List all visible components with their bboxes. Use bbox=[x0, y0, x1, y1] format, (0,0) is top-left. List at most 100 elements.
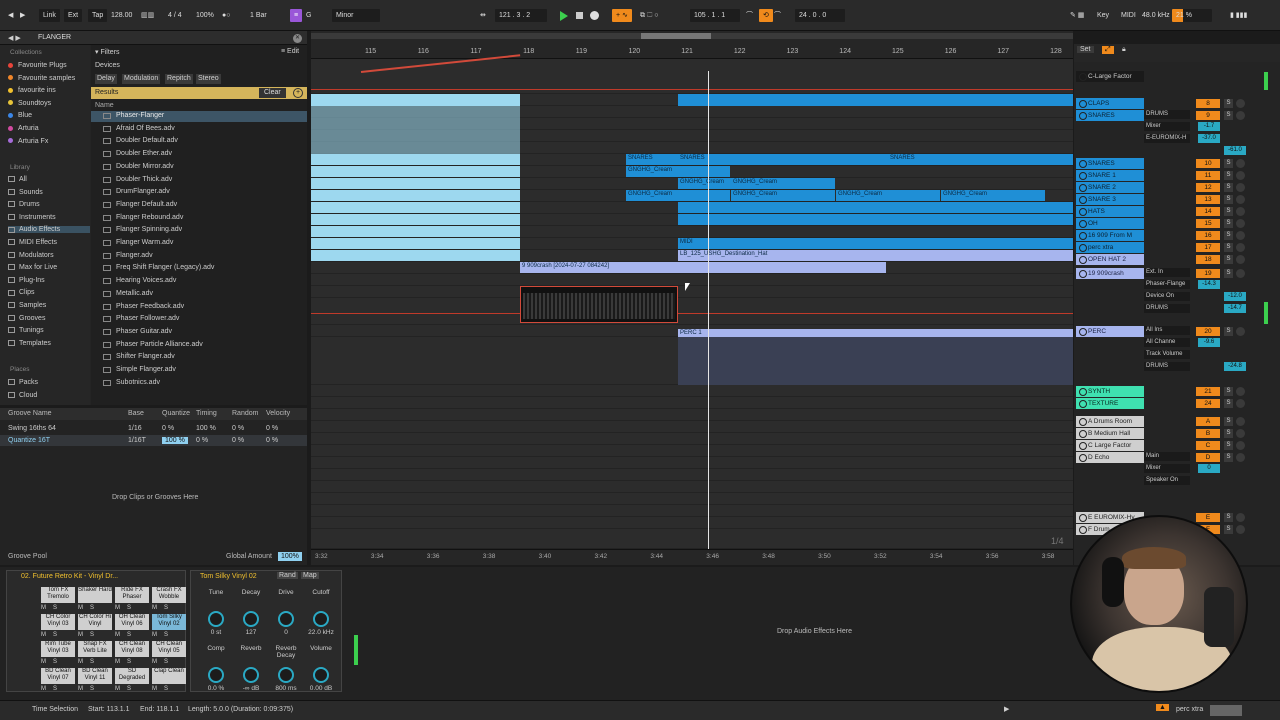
result-item[interactable]: Flanger Spinning.adv bbox=[116, 226, 182, 233]
track-number[interactable]: D bbox=[1196, 453, 1220, 462]
loop-switch-icon[interactable]: ⟲ bbox=[759, 9, 773, 22]
knob-value[interactable]: 800 ms bbox=[271, 685, 301, 692]
track-number[interactable]: 14 bbox=[1196, 207, 1220, 216]
clip[interactable]: LB_125_USHG_Destination_Hat bbox=[678, 250, 1073, 261]
track-lane[interactable] bbox=[311, 385, 1073, 397]
track-number[interactable]: 24 bbox=[1196, 399, 1220, 408]
chooser-select[interactable]: Mixer bbox=[1144, 122, 1190, 131]
arm-button[interactable] bbox=[1236, 327, 1245, 336]
arm-button[interactable] bbox=[1236, 269, 1245, 278]
library-item[interactable]: Drums bbox=[8, 201, 40, 208]
drum-pad[interactable]: Snap FX Verb Lite bbox=[78, 641, 112, 657]
clip[interactable]: PERC 1 bbox=[678, 329, 1073, 337]
scroll-right-icon[interactable]: ▶ bbox=[1004, 705, 1009, 713]
beat-ruler[interactable]: 115 116 117 118 119 120 121 122 123 124 125 126 127 1… bbox=[311, 31, 1073, 59]
solo-button[interactable]: S bbox=[1224, 111, 1233, 120]
result-item[interactable]: Flanger Default.adv bbox=[116, 201, 177, 208]
global-amount-field[interactable]: 100% bbox=[278, 552, 302, 561]
arm-button[interactable] bbox=[1236, 207, 1245, 216]
solo-button[interactable]: S bbox=[1224, 159, 1233, 168]
mixer-track-name[interactable]: C Large Factor bbox=[1076, 440, 1144, 451]
device-title[interactable]: Tom Silky Vinyl 02 bbox=[200, 573, 257, 580]
clip-overview-icon[interactable] bbox=[1210, 705, 1242, 716]
library-item[interactable]: Plug-Ins bbox=[8, 277, 45, 284]
groove-cell[interactable]: 1/16T bbox=[128, 437, 146, 444]
chooser-select[interactable]: Device On bbox=[1144, 292, 1190, 301]
ext-button[interactable]: Ext bbox=[64, 9, 83, 22]
punch-out-icon[interactable]: ⌒ bbox=[774, 9, 781, 22]
rand-button[interactable]: Rand bbox=[277, 572, 298, 579]
metronome-bars-icon[interactable]: ▥▥ bbox=[141, 9, 154, 22]
metronome-icon[interactable]: ●○ bbox=[222, 9, 230, 22]
arm-button[interactable] bbox=[1236, 243, 1245, 252]
groove-column-header[interactable]: Velocity bbox=[266, 410, 290, 417]
pad-solo-button[interactable]: S bbox=[90, 686, 94, 692]
groove-column-header[interactable]: Groove Name bbox=[8, 410, 52, 417]
track-lane[interactable] bbox=[311, 286, 1073, 298]
solo-button[interactable]: S bbox=[1224, 207, 1233, 216]
arm-button[interactable] bbox=[1236, 417, 1245, 426]
arm-button[interactable] bbox=[1236, 399, 1245, 408]
automation-line[interactable] bbox=[311, 89, 1073, 90]
pad-mute-button[interactable]: M bbox=[152, 605, 157, 611]
search-input[interactable]: FLANGER bbox=[38, 34, 71, 41]
pad-solo-button[interactable]: S bbox=[164, 605, 168, 611]
clip[interactable] bbox=[311, 166, 520, 177]
library-item[interactable]: Max for Live bbox=[8, 264, 57, 271]
chooser-select[interactable]: Track Volume bbox=[1144, 350, 1190, 359]
clip[interactable]: GNGHG_Cream bbox=[626, 190, 730, 201]
track-lane[interactable] bbox=[311, 517, 1073, 529]
pad-mute-button[interactable]: M bbox=[41, 632, 46, 638]
result-item[interactable]: Subotnics.adv bbox=[116, 379, 160, 386]
groove-cell[interactable]: 0 % bbox=[266, 437, 278, 444]
clip[interactable] bbox=[311, 94, 520, 106]
pad-solo-button[interactable]: S bbox=[53, 659, 57, 665]
result-item[interactable]: Hearing Voices.adv bbox=[116, 277, 176, 284]
pad-mute-button[interactable]: M bbox=[115, 686, 120, 692]
groove-cell[interactable]: 100 % bbox=[196, 425, 216, 432]
arm-button[interactable] bbox=[1236, 429, 1245, 438]
result-item[interactable]: Freq Shift Flanger (Legacy).adv bbox=[116, 264, 214, 271]
track-number[interactable]: 8 bbox=[1196, 99, 1220, 108]
collection-item[interactable]: Arturia bbox=[8, 125, 39, 132]
chooser-select[interactable]: Speaker On bbox=[1144, 476, 1190, 485]
track-number[interactable]: 10 bbox=[1196, 159, 1220, 168]
punch-icon[interactable]: ⌒ bbox=[746, 9, 753, 22]
result-item[interactable]: Doubler Ether.adv bbox=[116, 150, 172, 157]
track-number[interactable]: A bbox=[1196, 417, 1220, 426]
knob-value[interactable]: 0.00 dB bbox=[306, 685, 336, 692]
loop-length[interactable]: 24 . 0 . 0 bbox=[795, 9, 845, 22]
knob-value[interactable]: 0 st bbox=[201, 629, 231, 636]
solo-button[interactable]: S bbox=[1224, 417, 1233, 426]
solo-button[interactable]: S bbox=[1224, 231, 1233, 240]
pad-mute-button[interactable]: M bbox=[41, 686, 46, 692]
track-number[interactable]: 16 bbox=[1196, 231, 1220, 240]
track-number[interactable]: C bbox=[1196, 441, 1220, 450]
arm-button[interactable] bbox=[1236, 183, 1245, 192]
close-icon[interactable]: ✕ bbox=[293, 34, 302, 43]
track-number[interactable]: 21 bbox=[1196, 387, 1220, 396]
pad-mute-button[interactable]: M bbox=[78, 686, 83, 692]
track-lane[interactable] bbox=[311, 298, 1073, 325]
collection-item[interactable]: Favourite samples bbox=[8, 75, 75, 82]
library-item[interactable]: Clips bbox=[8, 289, 35, 296]
set-button[interactable]: Set bbox=[1077, 46, 1094, 53]
volume-field[interactable]: -37.0 bbox=[1198, 134, 1220, 143]
io-icons[interactable]: ▮ ▮▮▮ bbox=[1230, 9, 1247, 22]
knob-value[interactable]: 0 bbox=[271, 629, 301, 636]
stop-icon[interactable] bbox=[576, 12, 583, 19]
pad-solo-button[interactable]: S bbox=[90, 659, 94, 665]
groove-cell[interactable]: Swing 16ths 64 bbox=[8, 425, 56, 432]
clip[interactable]: SNARES bbox=[626, 154, 678, 165]
mixer-track-name[interactable]: B Medium Hall bbox=[1076, 428, 1144, 439]
pad-mute-button[interactable]: M bbox=[78, 632, 83, 638]
arm-button[interactable] bbox=[1236, 219, 1245, 228]
knob[interactable] bbox=[243, 667, 259, 683]
library-item[interactable]: Sounds bbox=[8, 189, 43, 196]
solo-button[interactable]: S bbox=[1224, 219, 1233, 228]
library-item[interactable]: Modulators bbox=[8, 252, 54, 259]
drum-pad[interactable]: Clap Clean bbox=[152, 668, 186, 684]
pad-solo-button[interactable]: S bbox=[127, 605, 131, 611]
places-item[interactable]: Packs bbox=[8, 379, 38, 386]
clip-body[interactable] bbox=[678, 337, 1073, 385]
